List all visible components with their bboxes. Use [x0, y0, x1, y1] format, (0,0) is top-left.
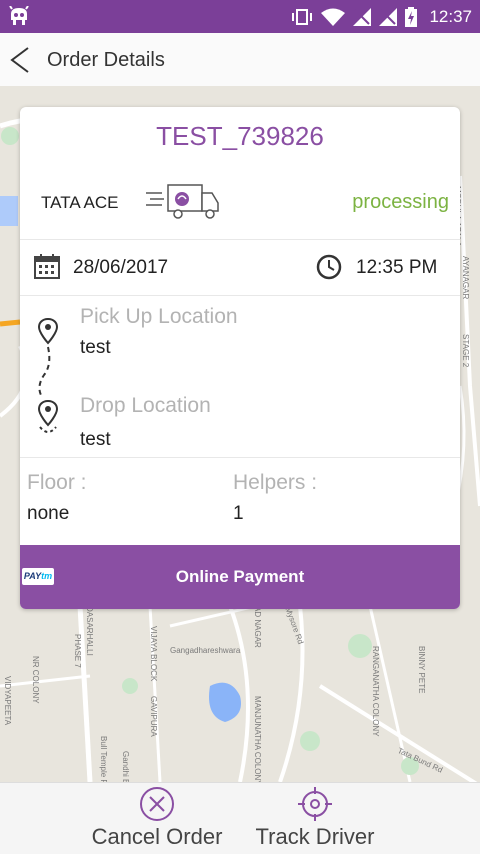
pickup-value: test — [80, 337, 111, 358]
helpers-label: Helpers : — [233, 471, 318, 494]
helpers-value: 1 — [233, 503, 244, 524]
order-time: 12:35 PM — [356, 257, 438, 278]
cancel-order-button[interactable]: Cancel Order — [84, 783, 230, 854]
clock-icon — [316, 254, 342, 280]
cancel-circle-icon — [140, 787, 174, 821]
order-card: TEST_739826 TATA ACE processing 28/06/20… — [20, 107, 460, 609]
map-label: Gandhi Bazaar — [121, 751, 130, 782]
battery-charging-icon — [405, 6, 418, 27]
status-bar: 12:37 — [0, 0, 480, 33]
order-date: 28/06/2017 — [73, 257, 169, 278]
app-bar: Order Details — [0, 33, 480, 87]
status-badge: processing — [352, 191, 449, 213]
wifi-icon — [321, 8, 346, 26]
crosshair-icon — [298, 787, 332, 821]
map-label: GAVIPURA — [149, 696, 158, 737]
divider — [20, 457, 460, 458]
order-id: TEST_739826 — [156, 121, 324, 151]
back-arrow-icon[interactable] — [6, 45, 36, 75]
map-label: VIDYAPEETA — [3, 676, 12, 726]
divider — [20, 295, 460, 296]
no-signal-icon-2 — [379, 7, 398, 26]
pickup-label: Pick Up Location — [80, 305, 238, 328]
truck-icon — [146, 184, 219, 219]
track-driver-button[interactable]: Track Driver — [248, 783, 382, 854]
status-time: 12:37 — [429, 6, 472, 26]
page-title: Order Details — [47, 49, 165, 71]
map-label: AYANAGAR — [461, 256, 470, 300]
map-label: BINNY PETE — [417, 646, 426, 694]
cancel-order-label: Cancel Order — [91, 824, 223, 849]
payment-bar[interactable]: PAYtm Online Payment — [20, 545, 460, 609]
drop-value: test — [80, 429, 111, 450]
payment-method-label: Online Payment — [175, 567, 305, 586]
track-driver-label: Track Driver — [255, 824, 375, 849]
map-label: PHASE 7 — [73, 634, 82, 668]
vibrate-icon — [292, 8, 313, 25]
map-label: STAGE 2 — [461, 334, 470, 368]
map-label: AD NAGAR — [253, 606, 262, 648]
calendar-icon — [34, 254, 60, 279]
map-label: Gangadhareshwara — [170, 646, 241, 655]
floor-value: none — [27, 503, 70, 524]
bottom-action-bar: Cancel Order Track Driver — [0, 782, 480, 854]
route-icon — [37, 317, 59, 433]
no-signal-icon — [353, 7, 372, 26]
map-label: VIJAYA BLOCK — [149, 626, 158, 682]
floor-label: Floor : — [27, 471, 87, 494]
drop-label: Drop Location — [80, 394, 211, 417]
divider — [20, 239, 460, 240]
android-debug-icon — [9, 6, 29, 25]
map-label: DASARHALLI — [85, 606, 94, 656]
map-label: RANGANATHA COLONY — [371, 646, 380, 737]
map-label: NR COLONY — [31, 656, 40, 704]
map-label: MANJUNATHA COLONY — [253, 696, 262, 782]
vehicle-name: TATA ACE — [41, 193, 119, 212]
map-label: Bull Temple Rd — [99, 736, 108, 782]
